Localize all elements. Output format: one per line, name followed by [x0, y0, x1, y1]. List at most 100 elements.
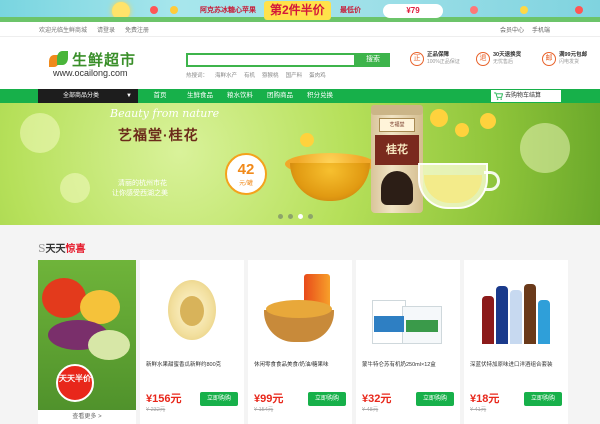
return-icon: 退 [476, 52, 490, 66]
buy-now-button[interactable]: 立即购购 [524, 392, 562, 406]
badge-title: 满99元包邮 [559, 52, 588, 58]
banner-price: 42 [237, 161, 255, 178]
view-more-link[interactable]: 查看更多 > [38, 410, 136, 424]
liquor-image [474, 266, 558, 352]
buy-now-button[interactable]: 立即购购 [200, 392, 238, 406]
login-link[interactable]: 请登录 [97, 25, 115, 34]
banner-subtitle: 清丽的杭州市花 让你感受西湖之美 [82, 178, 212, 206]
product-card[interactable]: 休闲零食食品美食/奶油/糖果味 ¥99元 ¥ 154元 立即购购 [248, 260, 352, 424]
logo-site: www.ocailong.com [53, 68, 128, 78]
logo-name: 生鲜超市 [72, 52, 137, 69]
can-brand: 艺福堂 [379, 118, 415, 132]
nav-item-fresh[interactable]: 生鲜食品 [180, 89, 220, 103]
hot-search-link[interactable]: 海鲜水产 [215, 71, 237, 79]
hot-search-link[interactable]: 猕猴桃 [262, 71, 279, 79]
section-title: S 天天 惊喜 [38, 240, 86, 255]
register-link[interactable]: 免费注册 [125, 25, 149, 34]
flower-decoration [575, 6, 583, 14]
flower-decoration [520, 6, 528, 14]
flower-decoration [170, 6, 178, 14]
promo-price: ¥79 [383, 4, 443, 18]
chevron-down-icon: ▼ [126, 93, 132, 99]
promo-right-text: 最低价 [340, 7, 361, 14]
flower-decoration [150, 6, 158, 14]
hot-search-link[interactable]: 有机 [244, 71, 255, 79]
carousel-dot[interactable] [278, 214, 283, 219]
can-lid [371, 105, 423, 115]
melon-image [150, 266, 234, 352]
daily-half-price-tile[interactable]: 天天半价 查看更多 > [38, 260, 136, 424]
flower-decoration [470, 6, 478, 14]
carousel-dot[interactable] [308, 214, 313, 219]
product-name[interactable]: 深蓝伏特加原味进口洋酒组合套装 [470, 360, 564, 368]
header: 生鲜超市 www.ocailong.com 搜索 热搜词： 海鲜水产 有机 猕猴… [0, 37, 600, 89]
mobile-link[interactable]: 手机端 [532, 25, 550, 34]
bokeh-decoration [520, 123, 570, 173]
section-title-s: S [38, 242, 46, 255]
product-card[interactable]: 深蓝伏特加原味进口洋酒组合套装 ¥18元 ¥ 41元 立即购购 [464, 260, 568, 424]
banner-title: 艺福堂·桂花 [118, 127, 199, 143]
welcome-text: 欢迎光临生鲜商城 [39, 28, 88, 34]
milk-image [366, 266, 450, 352]
search-input[interactable] [186, 53, 356, 67]
carousel-dot[interactable] [288, 214, 293, 219]
banner-sub2: 让你感受西湖之美 [112, 190, 168, 197]
osmanthus-decoration [455, 123, 469, 137]
logo[interactable]: 生鲜超市 www.ocailong.com [49, 49, 144, 79]
cabbage-image [88, 330, 130, 360]
section-title-2: 惊喜 [65, 244, 86, 255]
nav-item-group[interactable]: 团购商品 [260, 89, 300, 103]
product-price: ¥18元 [470, 393, 500, 405]
genuine-icon: 正 [410, 52, 424, 66]
top-links: 欢迎光临生鲜商城 请登录 免费注册 [39, 25, 149, 34]
bokeh-decoration [20, 113, 60, 153]
osmanthus-decoration [430, 109, 448, 127]
product-name[interactable]: 蒙牛特仑苏有机奶250ml×12盒 [362, 360, 456, 368]
return-badge: 退 30天退换货 无忧售后 [476, 52, 532, 66]
snack-image [258, 266, 342, 352]
carousel-dots [278, 214, 313, 219]
leaf-logo-icon [49, 51, 69, 69]
nav-item-home[interactable]: 首页 [140, 89, 180, 103]
cart-icon [494, 92, 503, 100]
service-badges: 正 正品保障 100%正品保证 退 30天退换货 无忧售后 邮 满99元包邮 闪电发货 [410, 52, 598, 66]
product-old-price: ¥ 232元 [146, 407, 166, 413]
all-categories-button[interactable]: 全部商品分类 ▼ [38, 89, 138, 103]
promo-banner[interactable]: 阿克苏冰糖心苹果 第2件半价 最低价 ¥79 [0, 0, 600, 22]
section-title-1: 天天 [45, 244, 66, 255]
osmanthus-bowl [290, 163, 370, 201]
hot-searches: 热搜词： 海鲜水产 有机 猕猴桃 国产料 蛋肉鸡 [186, 71, 326, 79]
buy-now-button[interactable]: 立即购购 [308, 392, 346, 406]
badge-sub: 无忧售后 [493, 59, 514, 65]
badge-sub: 闪电发货 [559, 59, 580, 65]
half-price-stamp: 天天半价 [56, 364, 94, 402]
pepper-image [80, 290, 120, 324]
nav-item-points[interactable]: 积分兑换 [300, 89, 340, 103]
nav-item-drinks[interactable]: 粮水饮料 [220, 89, 260, 103]
product-card[interactable]: 新鲜水果甜蜜香瓜新鲜约800克 ¥156元 ¥ 232元 立即购购 [140, 260, 244, 424]
product-old-price: ¥ 41元 [470, 407, 487, 413]
banner-price-badge: 42 元/罐 [225, 153, 267, 195]
promo-left-text: 阿克苏冰糖心苹果 [200, 7, 256, 14]
product-price: ¥156元 [146, 393, 182, 405]
product-name[interactable]: 新鲜水果甜蜜香瓜新鲜约800克 [146, 360, 240, 368]
buy-now-button[interactable]: 立即购购 [416, 392, 454, 406]
hot-search-link[interactable]: 国产料 [286, 71, 303, 79]
search-button[interactable]: 搜索 [356, 53, 390, 67]
can-illustration [381, 171, 413, 205]
shipping-icon: 邮 [542, 52, 556, 66]
carousel-dot-active[interactable] [298, 214, 303, 219]
cart-label: 去购物车结算 [505, 93, 542, 99]
hero-banner[interactable]: Beauty from nature 艺福堂·桂花 42 元/罐 清丽的杭州市花… [0, 103, 600, 225]
top-bar: 欢迎光临生鲜商城 请登录 免费注册 会员中心 手机端 [0, 22, 600, 37]
nav-items: 首页 生鲜食品 粮水饮料 团购商品 积分兑换 [140, 89, 340, 103]
product-card[interactable]: 蒙牛特仑苏有机奶250ml×12盒 ¥32元 ¥ 48元 立即购购 [356, 260, 460, 424]
banner-sub1: 清丽的杭州市花 [118, 180, 167, 187]
member-center-link[interactable]: 会员中心 [500, 25, 524, 34]
hot-search-link[interactable]: 蛋肉鸡 [309, 71, 326, 79]
cup-handle [484, 171, 500, 191]
tea-can: 艺福堂 桂花 [371, 105, 423, 213]
cart-button[interactable]: 去购物车结算 [490, 89, 562, 103]
main-nav: 全部商品分类 ▼ 首页 生鲜食品 粮水饮料 团购商品 积分兑换 去购物车结算 [0, 89, 600, 103]
product-name[interactable]: 休闲零食食品美食/奶油/糖果味 [254, 360, 348, 368]
